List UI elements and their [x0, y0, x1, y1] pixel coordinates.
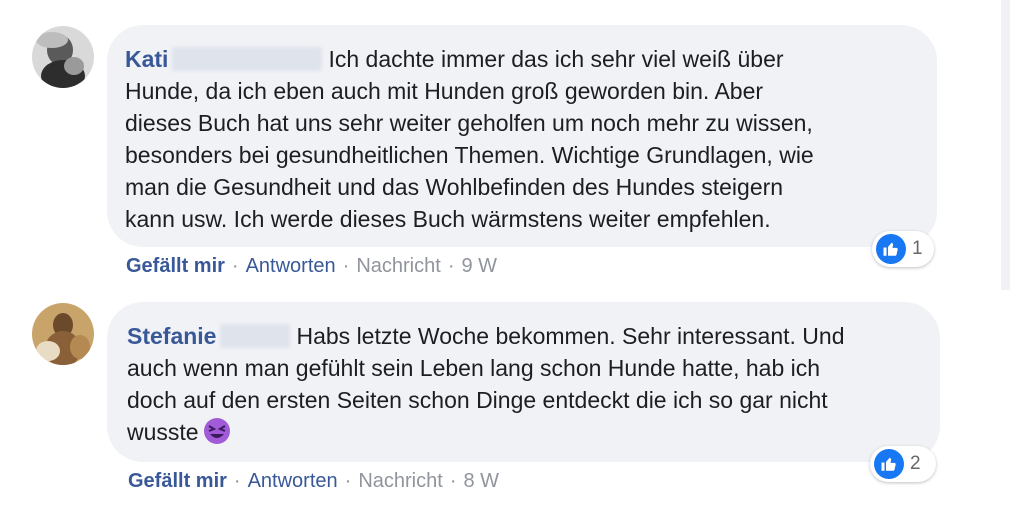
comment-text: Ich dachte immer das ich sehr viel weiß … [125, 46, 814, 232]
like-link[interactable]: Gefällt mir [126, 255, 225, 277]
avatar[interactable] [32, 26, 94, 88]
redacted-surname [220, 324, 291, 348]
reply-link[interactable]: Antworten [248, 470, 338, 492]
comment-timestamp[interactable]: 8 W [463, 470, 499, 492]
comment-body: Kati Ich dachte immer das ich sehr viel w… [125, 43, 917, 235]
comment-author[interactable]: Stefanie [127, 323, 216, 349]
comment-actions: Gefällt mir · Antworten · Nachricht · 9 W [126, 254, 497, 278]
comment-body: Stefanie Habs letzte Woche bekommen. Sehr… [127, 320, 920, 448]
reaction-summary[interactable]: 1 [872, 231, 934, 267]
action-separator: · [449, 470, 457, 492]
reply-link[interactable]: Antworten [246, 255, 336, 277]
like-link[interactable]: Gefällt mir [128, 470, 227, 492]
redacted-surname [172, 47, 323, 71]
comment-actions: Gefällt mir · Antworten · Nachricht · 8 W [128, 469, 499, 493]
action-separator: · [344, 470, 352, 492]
comment-author[interactable]: Kati [125, 46, 168, 72]
reaction-summary[interactable]: 2 [870, 446, 936, 482]
comment-bubble: Kati Ich dachte immer das ich sehr viel w… [107, 25, 937, 247]
action-separator: · [233, 470, 241, 492]
comment-timestamp[interactable]: 9 W [461, 255, 497, 277]
right-edge-strip [1001, 0, 1010, 290]
comment-bubble: Stefanie Habs letzte Woche bekommen. Sehr… [107, 302, 940, 462]
thumbs-up-icon [874, 449, 904, 479]
reaction-count: 1 [912, 238, 923, 259]
reaction-count: 2 [910, 453, 921, 474]
action-separator: · [231, 255, 239, 277]
thumbs-up-icon [876, 234, 906, 264]
avatar[interactable] [32, 303, 94, 365]
action-separator: · [447, 255, 455, 277]
message-link[interactable]: Nachricht [356, 255, 440, 277]
grinning-squinting-emoji-icon [203, 417, 231, 445]
message-link[interactable]: Nachricht [358, 470, 442, 492]
action-separator: · [342, 255, 350, 277]
